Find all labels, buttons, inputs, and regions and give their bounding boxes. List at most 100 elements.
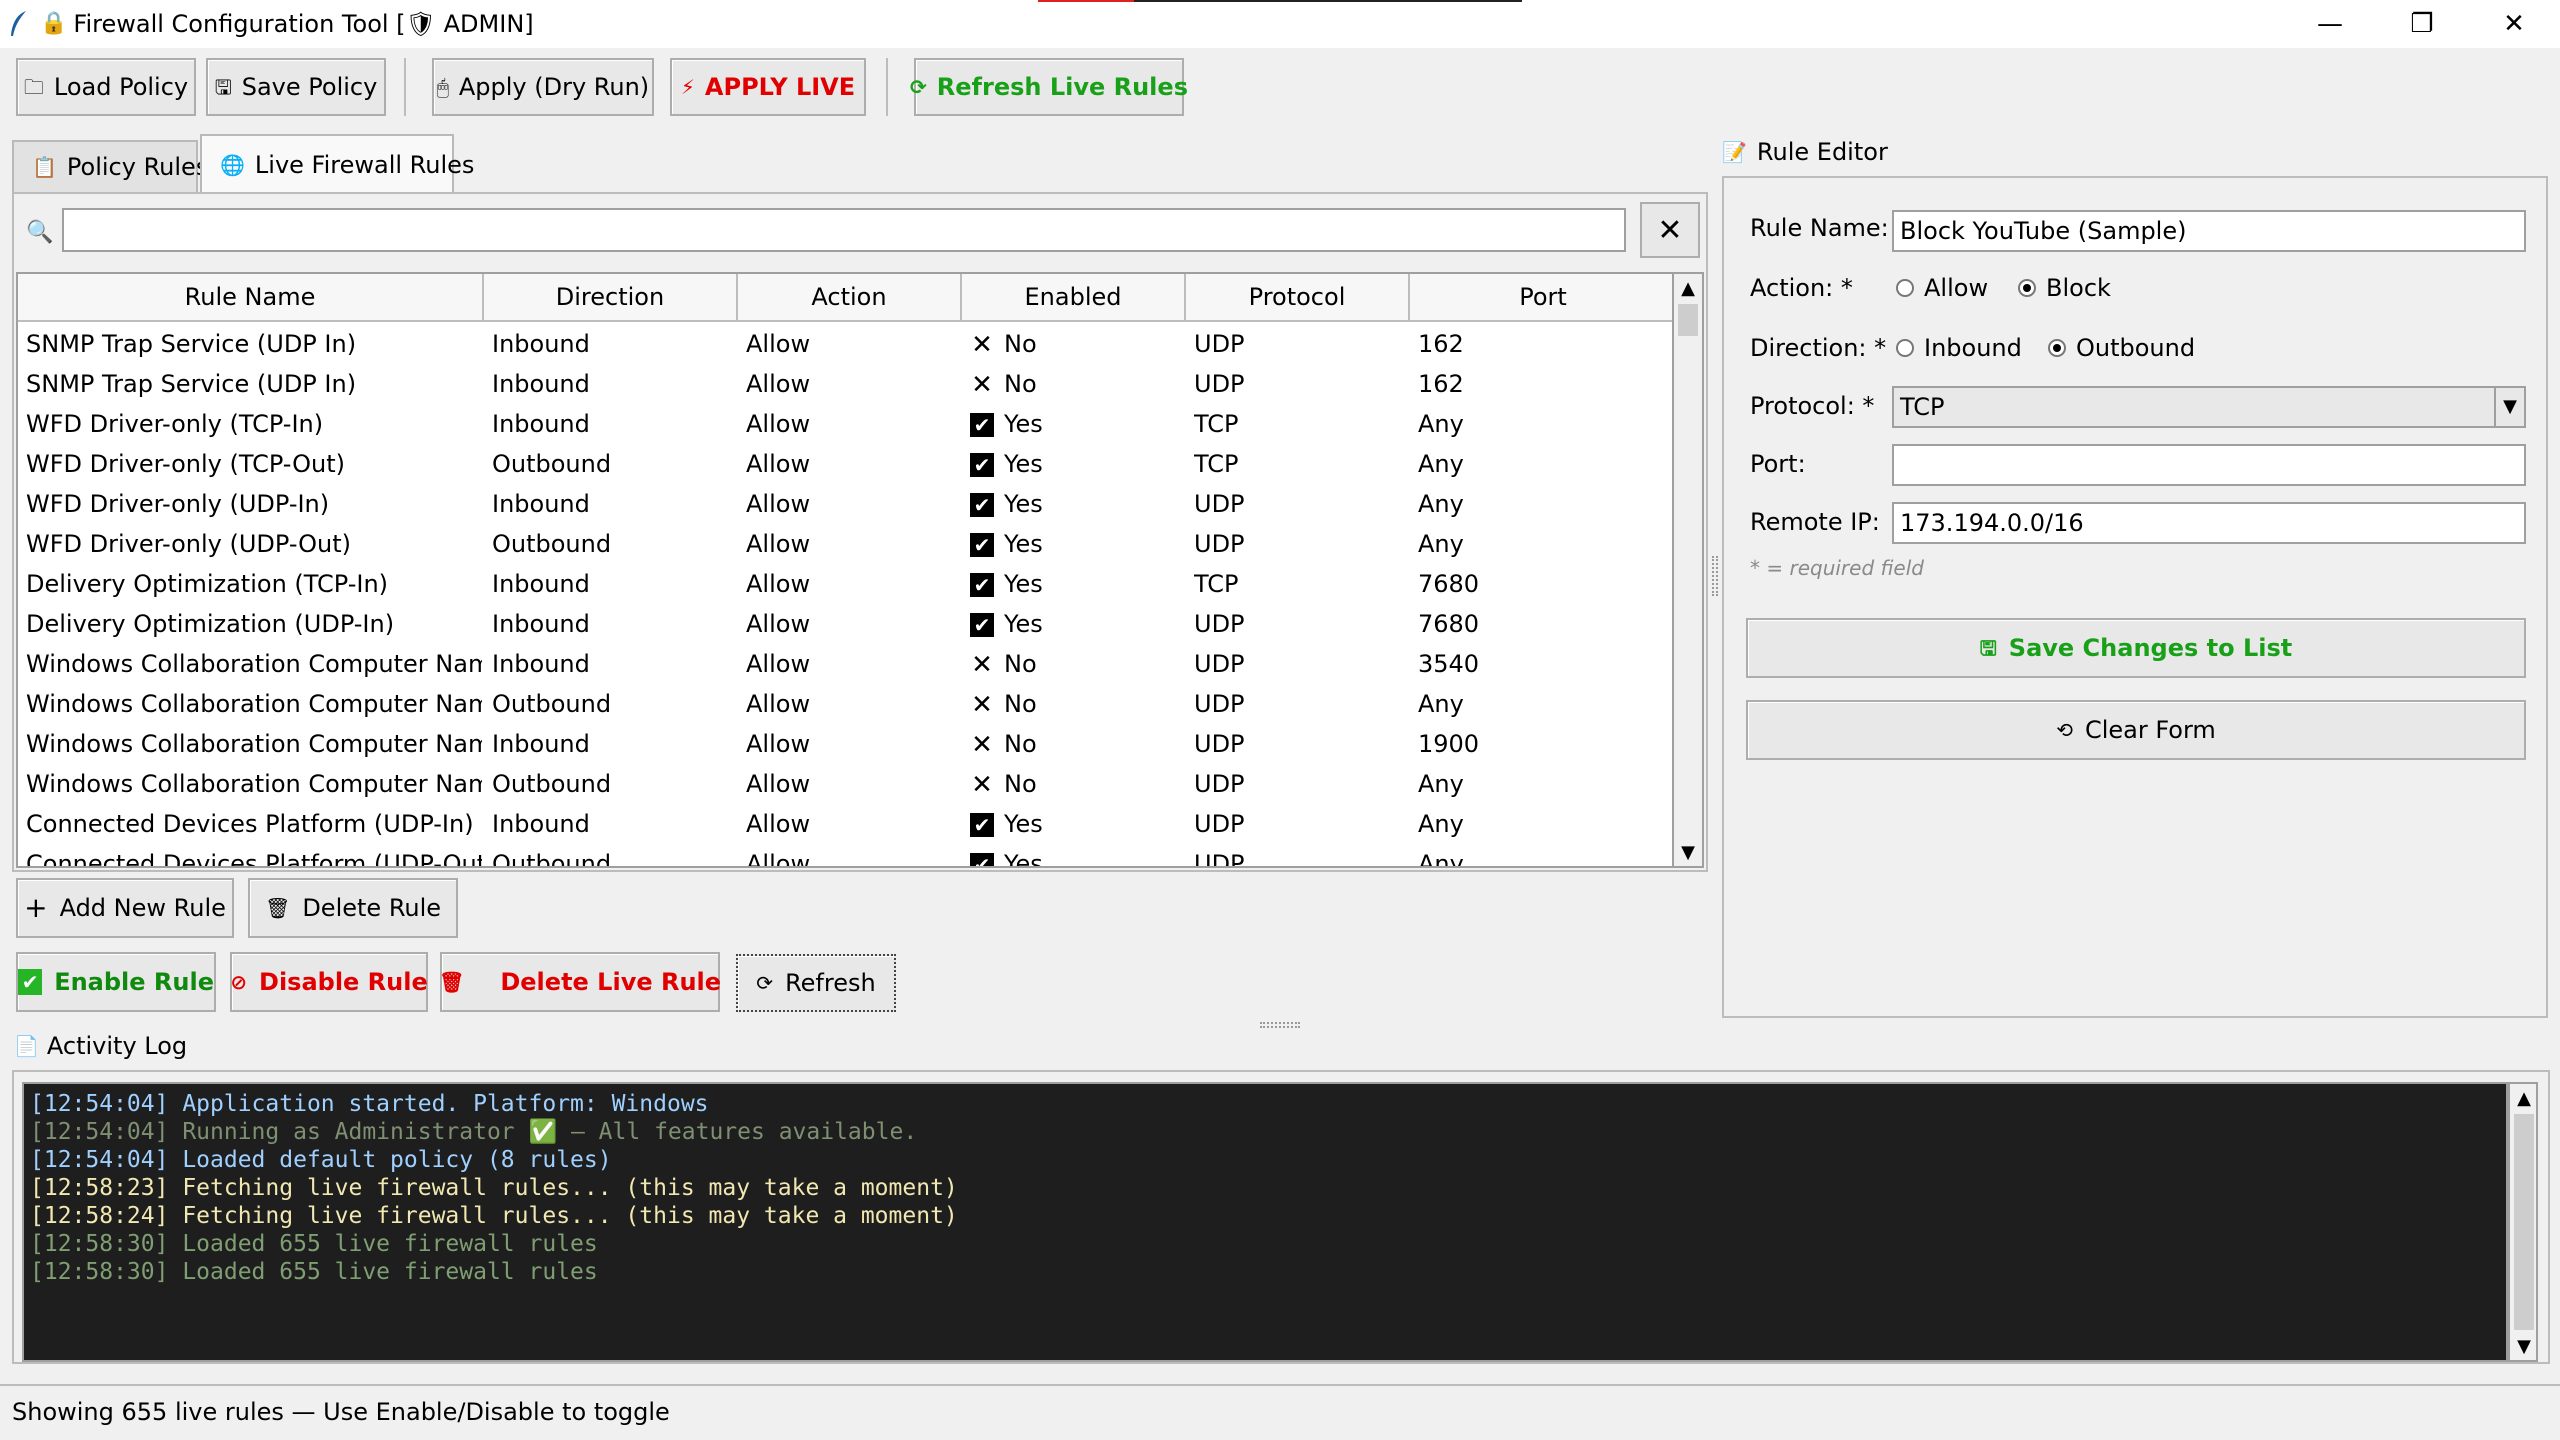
log-line: [12:58:30] Loaded 655 live firewall rule… (30, 1231, 598, 1257)
table-row[interactable]: WFD Driver-only (UDP-In) Inbound Allow ✔ Yes… (18, 484, 1672, 524)
cell-enabled: ✔ Yes (970, 604, 1180, 644)
column-header-rule-name[interactable]: Rule Name (18, 274, 484, 322)
cell-enabled: ✔ Yes (970, 524, 1180, 564)
horizontal-sash[interactable] (1260, 1022, 1300, 1028)
column-header-protocol[interactable]: Protocol (1186, 274, 1410, 322)
checkbox-checked-icon: ✔ (970, 493, 994, 517)
table-row[interactable]: WFD Driver-only (TCP-In) Inbound Allow ✔ Yes… (18, 404, 1672, 444)
enabled-text: Yes (1004, 530, 1043, 558)
scroll-thumb[interactable] (2514, 1114, 2534, 1330)
scroll-thumb[interactable] (1678, 304, 1698, 336)
cell-port: Any (1418, 410, 1464, 438)
table-row[interactable]: Windows Collaboration Computer Name R Inb… (18, 644, 1672, 684)
enabled-text: Yes (1004, 810, 1043, 838)
live-rules-table: Rule Name Direction Action Enabled Proto… (16, 272, 1674, 868)
table-row[interactable]: Windows Collaboration Computer Name R Out… (18, 684, 1672, 724)
enabled-text: Yes (1004, 490, 1043, 518)
scroll-up-arrow[interactable]: ▲ (1674, 274, 1702, 302)
cell-port: 7680 (1418, 570, 1480, 598)
vertical-sash[interactable] (1712, 556, 1718, 596)
action-allow-label: Allow (1924, 274, 1989, 302)
table-row[interactable]: WFD Driver-only (TCP-Out) Outbound Allow ✔ Y… (18, 444, 1672, 484)
direction-outbound-label: Outbound (2076, 334, 2196, 362)
log-line: [12:54:04] Loaded default policy (8 rule… (30, 1147, 612, 1173)
remote-ip-input[interactable]: 173.194.0.0/16 (1892, 502, 2526, 544)
table-row[interactable]: Windows Collaboration Computer Name R Out… (18, 764, 1672, 804)
column-header-port[interactable]: Port (1410, 274, 1672, 322)
cell-direction: Outbound (492, 770, 612, 798)
chevron-down-icon[interactable]: ▼ (2494, 388, 2524, 426)
column-header-direction[interactable]: Direction (484, 274, 738, 322)
cell-direction: Inbound (492, 370, 590, 398)
cell-enabled: ✕ No (970, 644, 1180, 684)
port-input[interactable] (1892, 444, 2526, 486)
cell-enabled: ✔ Yes (970, 404, 1180, 444)
save-changes-button[interactable]: 🖫 Save Changes to List (1746, 618, 2526, 678)
direction-inbound-radio[interactable]: Inbound (1896, 334, 2022, 362)
table-row[interactable]: SNMP Trap Service (UDP In) Inbound Allow ✕ N… (18, 364, 1672, 404)
delete-live-rule-button[interactable]: 🗑 Delete Live Rule (439, 952, 721, 1012)
restore-button[interactable]: ❐ (2376, 0, 2468, 48)
clear-search-button[interactable]: ✕ (1640, 202, 1700, 258)
tab-policy-rules[interactable]: 📋 Policy Rules (12, 140, 208, 192)
column-header-action[interactable]: Action (738, 274, 962, 322)
search-input[interactable] (62, 208, 1626, 252)
save-policy-button[interactable]: 🖫 Save Policy (206, 58, 386, 116)
cell-rule-name: Delivery Optimization (TCP-In) (26, 570, 389, 598)
table-row[interactable]: Connected Devices Platform (UDP-Out) Outb… (18, 844, 1672, 868)
clipboard-icon: 📋 (32, 155, 57, 179)
table-row[interactable]: WFD Driver-only (UDP-Out) Outbound Allow ✔ Y… (18, 524, 1672, 564)
refresh-button[interactable]: ⟳ Refresh (736, 954, 896, 1012)
enabled-text: Yes (1004, 850, 1043, 868)
scroll-up-arrow[interactable]: ▲ (2510, 1084, 2538, 1112)
log-scrollbar[interactable]: ▲ ▼ (2508, 1082, 2538, 1362)
enabled-text: No (1004, 650, 1037, 678)
clear-form-button[interactable]: ⟲ Clear Form (1746, 700, 2526, 760)
globe-icon: 🌐 (220, 153, 245, 177)
table-row[interactable]: Delivery Optimization (TCP-In) Inbound All… (18, 564, 1672, 604)
direction-inbound-label: Inbound (1924, 334, 2022, 362)
apply-dry-run-button[interactable]: 🖱 Apply (Dry Run) (432, 58, 654, 116)
disable-rule-button[interactable]: ⊘ Disable Rule (230, 952, 428, 1012)
add-new-rule-button[interactable]: + Add New Rule (16, 878, 234, 938)
scroll-down-arrow[interactable]: ▼ (2510, 1332, 2538, 1360)
enable-rule-button[interactable]: ✔ Enable Rule (16, 952, 216, 1012)
cell-action: Allow (746, 770, 811, 798)
delete-rule-button[interactable]: 🗑 Delete Rule (248, 878, 458, 938)
log-line: [12:58:30] Loaded 655 live firewall rule… (30, 1259, 598, 1285)
enabled-text: Yes (1004, 610, 1043, 638)
cell-direction: Inbound (492, 410, 590, 438)
checkbox-checked-icon: ✔ (970, 613, 994, 637)
protocol-dropdown[interactable]: TCP ▼ (1892, 386, 2526, 428)
cell-direction: Inbound (492, 570, 590, 598)
load-policy-button[interactable]: 🗀 Load Policy (16, 58, 196, 116)
refresh-live-rules-button[interactable]: ⟳ Refresh Live Rules (910, 58, 1188, 116)
table-row[interactable]: Windows Collaboration Computer Name R Inb… (18, 724, 1672, 764)
tab-live-firewall-rules[interactable]: 🌐 Live Firewall Rules (200, 134, 474, 194)
column-header-enabled[interactable]: Enabled (962, 274, 1186, 322)
cell-direction: Inbound (492, 810, 590, 838)
table-row[interactable]: Delivery Optimization (UDP-In) Inbound All… (18, 604, 1672, 644)
remote-ip-label: Remote IP: (1750, 508, 1880, 536)
table-scrollbar[interactable]: ▲ ▼ (1674, 272, 1704, 868)
trash-icon: 🗑 (264, 896, 291, 920)
apply-live-button[interactable]: ⚡ APPLY LIVE (670, 58, 866, 116)
search-icon: 🔍 (26, 220, 54, 245)
close-window-button[interactable]: ✕ (2468, 0, 2560, 48)
table-row[interactable]: Connected Devices Platform (UDP-In) Inbou… (18, 804, 1672, 844)
activity-log[interactable]: [12:54:04] Application started. Platform… (22, 1082, 2508, 1362)
cell-enabled: ✔ Yes (970, 844, 1180, 868)
table-row[interactable]: SNMP Trap Service (UDP In) Inbound Allow ✕ N… (18, 324, 1672, 364)
action-allow-radio[interactable]: Allow (1896, 274, 1988, 302)
protocol-label: Protocol: * (1750, 392, 1875, 420)
rule-editor-frame (1722, 176, 2548, 1018)
toolbar-separator (886, 58, 888, 116)
minimize-button[interactable]: — (2284, 0, 2376, 48)
direction-outbound-radio[interactable]: Outbound (2048, 334, 2195, 362)
checkbox-checked-icon: ✔ (970, 533, 994, 557)
cell-action: Allow (746, 690, 811, 718)
action-block-radio[interactable]: Block (2018, 274, 2111, 302)
scroll-down-arrow[interactable]: ▼ (1674, 838, 1702, 866)
protocol-value: TCP (1900, 393, 1945, 421)
rule-name-input[interactable]: Block YouTube (Sample) (1892, 210, 2526, 252)
